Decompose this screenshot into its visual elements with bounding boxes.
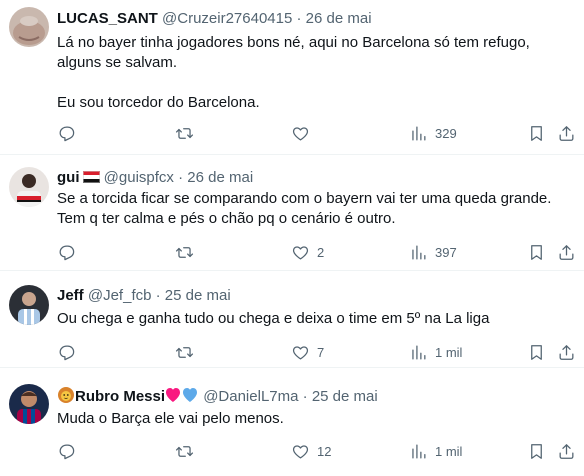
tweet-text: Muda o Barça ele vai pelo menos. bbox=[57, 409, 577, 429]
bookmark-icon bbox=[527, 343, 546, 362]
tweet-actions: 12 1 mil bbox=[57, 441, 577, 461]
heart-icon bbox=[291, 343, 310, 362]
flag-icon bbox=[82, 169, 100, 189]
views-count: 397 bbox=[435, 244, 457, 260]
tweet-actions: 329 bbox=[57, 123, 577, 143]
like-button[interactable]: 2 bbox=[291, 242, 324, 262]
tweet[interactable]: Rubro Messi @DanielL7ma · 25 de mai Muda… bbox=[0, 369, 584, 476]
user-name[interactable]: gui bbox=[57, 169, 80, 186]
tweet-line: Lá no bayer tinha jogadores bons né, aqu… bbox=[57, 34, 530, 71]
separator: · bbox=[296, 10, 302, 27]
tweet-text: Ou chega e ganha tudo ou chega e deixa o… bbox=[57, 309, 577, 329]
share-icon bbox=[557, 442, 576, 461]
user-name[interactable]: Rubro Messi bbox=[75, 388, 165, 405]
tweet[interactable]: gui @guispfcx · 26 de mai Se a torcida f… bbox=[0, 156, 584, 271]
user-name[interactable]: Jeff bbox=[57, 287, 84, 304]
tweet-line: Se a torcida ficar se comparando com o b… bbox=[57, 190, 552, 227]
reply-icon bbox=[57, 343, 76, 362]
like-button[interactable]: 12 bbox=[291, 441, 331, 461]
retweet-button[interactable] bbox=[175, 242, 201, 262]
views-button[interactable]: 329 bbox=[409, 123, 457, 143]
user-handle[interactable]: @guispfcx bbox=[104, 169, 174, 186]
retweet-icon bbox=[175, 124, 194, 143]
reply-button[interactable] bbox=[57, 242, 83, 262]
retweet-button[interactable] bbox=[175, 441, 201, 461]
reply-icon bbox=[57, 124, 76, 143]
retweet-icon bbox=[175, 343, 194, 362]
reply-button[interactable] bbox=[57, 441, 83, 461]
share-button[interactable] bbox=[557, 242, 576, 262]
tweet-line: Muda o Barça ele vai pelo menos. bbox=[57, 410, 284, 427]
like-count: 12 bbox=[317, 443, 332, 459]
reply-button[interactable] bbox=[57, 342, 83, 362]
user-handle[interactable]: @DanielL7ma bbox=[203, 388, 298, 405]
tweet-date[interactable]: 25 de mai bbox=[165, 287, 231, 304]
heart-icon bbox=[291, 442, 310, 461]
tweet-text: Lá no bayer tinha jogadores bons né, aqu… bbox=[57, 33, 577, 113]
tweet-date[interactable]: 25 de mai bbox=[312, 388, 378, 405]
retweet-button[interactable] bbox=[175, 123, 201, 143]
avatar[interactable] bbox=[9, 167, 49, 207]
separator: · bbox=[178, 169, 184, 186]
tweet-line: Ou chega e ganha tudo ou chega e deixa o… bbox=[57, 310, 490, 327]
share-button[interactable] bbox=[557, 342, 576, 362]
bookmark-icon bbox=[527, 243, 546, 262]
share-icon bbox=[557, 243, 576, 262]
bookmark-icon bbox=[527, 124, 546, 143]
reply-icon bbox=[57, 442, 76, 461]
bookmark-button[interactable] bbox=[527, 441, 546, 461]
like-count: 7 bbox=[317, 344, 325, 360]
user-handle[interactable]: @Jef_fcb bbox=[88, 287, 152, 304]
retweet-button[interactable] bbox=[175, 342, 201, 362]
tweet-text: Se a torcida ficar se comparando com o b… bbox=[57, 189, 577, 229]
share-icon bbox=[557, 343, 576, 362]
tweet[interactable]: LUCAS_SANT @Cruzeir27640415 · 26 de mai … bbox=[0, 0, 584, 155]
bookmark-button[interactable] bbox=[527, 242, 546, 262]
share-icon bbox=[557, 124, 576, 143]
heart-icon bbox=[291, 243, 310, 262]
user-handle[interactable]: @Cruzeir27640415 bbox=[162, 10, 292, 27]
tweet-header: LUCAS_SANT @Cruzeir27640415 · 26 de mai bbox=[57, 9, 372, 29]
like-button[interactable] bbox=[291, 123, 317, 143]
tweet-actions: 2 397 bbox=[57, 242, 577, 262]
bookmark-icon bbox=[527, 442, 546, 461]
reply-icon bbox=[57, 243, 76, 262]
views-count: 1 mil bbox=[435, 443, 463, 459]
tweet-date[interactable]: 26 de mai bbox=[187, 169, 253, 186]
tweet-date[interactable]: 26 de mai bbox=[306, 10, 372, 27]
tweet[interactable]: Jeff @Jef_fcb · 25 de mai Ou chega e gan… bbox=[0, 272, 584, 368]
views-button[interactable]: 397 bbox=[409, 242, 457, 262]
hearts-icon bbox=[165, 387, 199, 409]
retweet-icon bbox=[175, 442, 194, 461]
avatar[interactable] bbox=[9, 7, 49, 47]
heart-icon bbox=[291, 124, 310, 143]
views-icon bbox=[409, 442, 428, 461]
bookmark-button[interactable] bbox=[527, 123, 546, 143]
retweet-icon bbox=[175, 243, 194, 262]
views-button[interactable]: 1 mil bbox=[409, 342, 462, 362]
tweet-header: Jeff @Jef_fcb · 25 de mai bbox=[57, 286, 231, 306]
views-count: 1 mil bbox=[435, 344, 463, 360]
avatar[interactable] bbox=[9, 384, 49, 424]
share-button[interactable] bbox=[557, 441, 576, 461]
bookmark-button[interactable] bbox=[527, 342, 546, 362]
views-icon bbox=[409, 124, 428, 143]
tweet-line: Eu sou torcedor do Barcelona. bbox=[57, 94, 260, 111]
tweet-actions: 7 1 mil bbox=[57, 342, 577, 362]
reply-button[interactable] bbox=[57, 123, 83, 143]
lion-icon bbox=[57, 386, 75, 410]
like-count: 2 bbox=[317, 244, 325, 260]
like-button[interactable]: 7 bbox=[291, 342, 324, 362]
avatar[interactable] bbox=[9, 285, 49, 325]
user-name[interactable]: LUCAS_SANT bbox=[57, 10, 158, 27]
separator: · bbox=[155, 287, 161, 304]
tweet-header: gui @guispfcx · 26 de mai bbox=[57, 168, 253, 189]
views-button[interactable]: 1 mil bbox=[409, 441, 462, 461]
tweet-header: Rubro Messi @DanielL7ma · 25 de mai bbox=[57, 386, 378, 410]
views-icon bbox=[409, 243, 428, 262]
share-button[interactable] bbox=[557, 123, 576, 143]
separator: · bbox=[302, 388, 308, 405]
views-count: 329 bbox=[435, 125, 457, 141]
views-icon bbox=[409, 343, 428, 362]
